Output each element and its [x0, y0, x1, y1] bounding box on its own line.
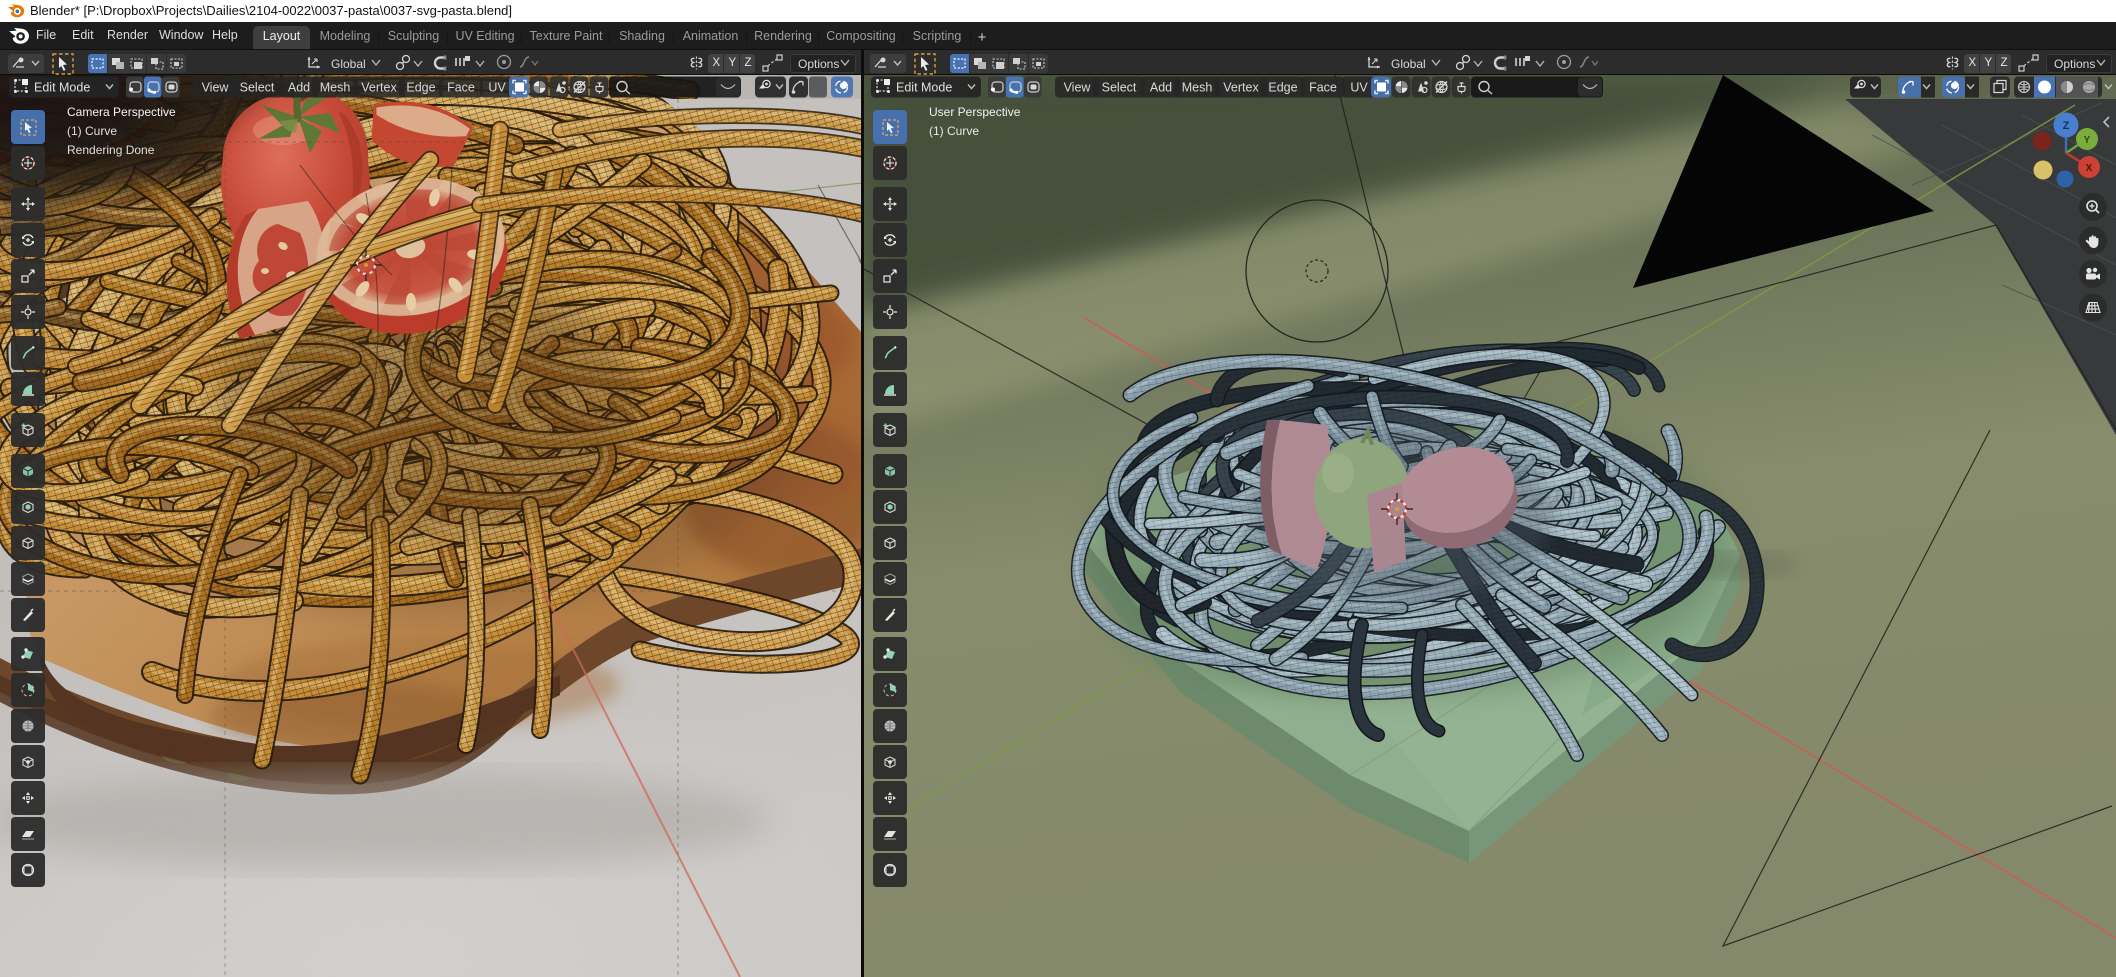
svg-text:Z: Z: [2063, 120, 2070, 132]
svg-text:Vertex: Vertex: [1223, 81, 1259, 95]
svg-text:Face: Face: [447, 81, 475, 95]
svg-text:Mesh: Mesh: [320, 81, 351, 95]
svg-text:Edge: Edge: [406, 81, 435, 95]
svg-text:User Perspective: User Perspective: [929, 105, 1021, 119]
svg-text:UV: UV: [488, 81, 506, 95]
svg-text:Edge: Edge: [1268, 81, 1297, 95]
svg-text:Select: Select: [1102, 81, 1137, 95]
svg-text:X: X: [2086, 163, 2093, 174]
svg-text:Vertex: Vertex: [361, 81, 397, 95]
svg-text:Mesh: Mesh: [1182, 81, 1213, 95]
svg-text:Y: Y: [2084, 135, 2091, 146]
svg-text:Add: Add: [288, 81, 310, 95]
svg-text:View: View: [202, 81, 230, 95]
svg-text:Edit Mode: Edit Mode: [34, 81, 90, 95]
svg-text:(1) Curve: (1) Curve: [929, 124, 979, 138]
svg-text:Face: Face: [1309, 81, 1337, 95]
svg-text:UV: UV: [1350, 81, 1368, 95]
svg-text:Edit Mode: Edit Mode: [896, 81, 952, 95]
svg-text:View: View: [1064, 81, 1092, 95]
svg-text:Add: Add: [1150, 81, 1172, 95]
svg-text:Select: Select: [240, 81, 275, 95]
